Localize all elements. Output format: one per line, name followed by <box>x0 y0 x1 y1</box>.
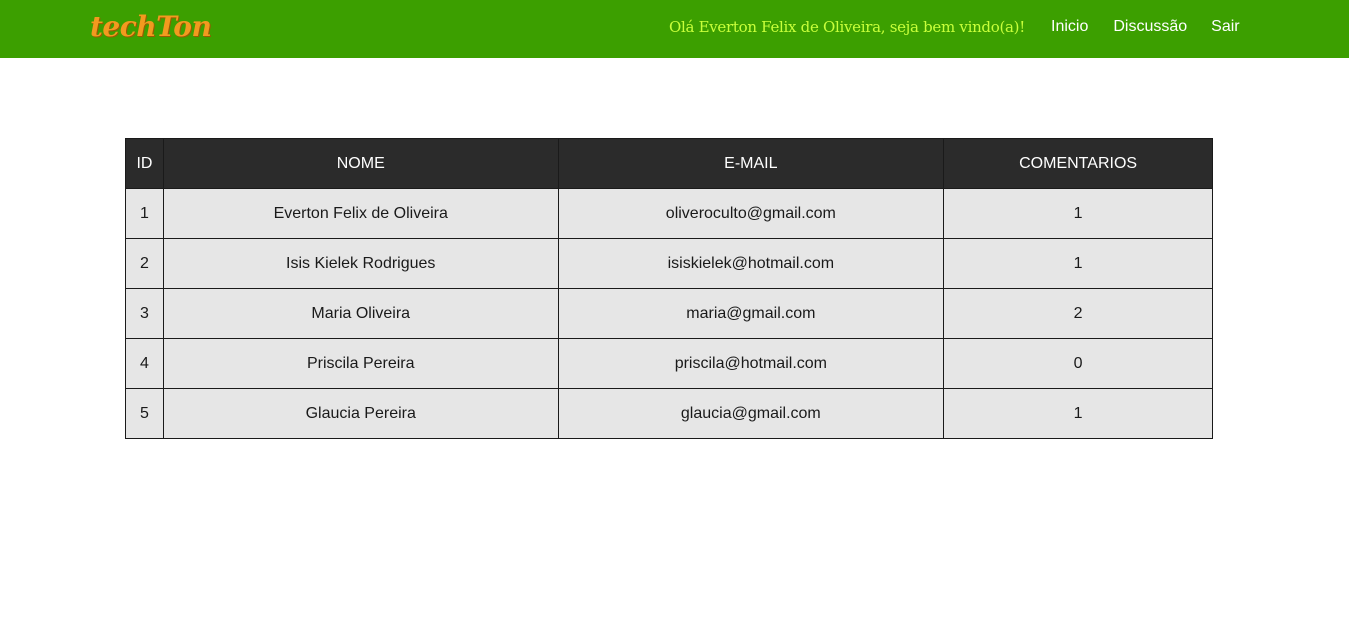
cell-nome: Glaucia Pereira <box>162 388 559 439</box>
cell-comentarios: 1 <box>943 388 1213 439</box>
cell-email: glaucia@gmail.com <box>557 388 945 439</box>
cell-comentarios: 2 <box>943 288 1213 339</box>
nav-link-sair[interactable]: Sair <box>1211 18 1239 36</box>
cell-comentarios: 1 <box>943 188 1213 239</box>
top-navbar: techTon Olá Everton Felix de Oliveira, s… <box>0 0 1349 58</box>
table-header-row: ID NOME E-MAIL COMENTARIOS <box>125 138 1213 189</box>
cell-email: maria@gmail.com <box>557 288 945 339</box>
cell-comentarios: 0 <box>943 338 1213 389</box>
cell-nome: Everton Felix de Oliveira <box>162 188 559 239</box>
users-table: ID NOME E-MAIL COMENTARIOS 1 Everton Fel… <box>125 138 1213 439</box>
cell-email: priscila@hotmail.com <box>557 338 945 389</box>
table-row: 3 Maria Oliveira maria@gmail.com 2 <box>125 288 1213 339</box>
nav-link-discussao[interactable]: Discussão <box>1113 18 1187 36</box>
cell-nome: Maria Oliveira <box>162 288 559 339</box>
logo[interactable]: techTon <box>90 10 212 43</box>
column-header-id: ID <box>125 138 164 189</box>
column-header-comentarios: COMENTARIOS <box>943 138 1213 189</box>
cell-comentarios: 1 <box>943 238 1213 289</box>
table-row: 4 Priscila Pereira priscila@hotmail.com … <box>125 338 1213 389</box>
cell-nome: Priscila Pereira <box>162 338 559 389</box>
cell-email: oliveroculto@gmail.com <box>557 188 945 239</box>
table-row: 5 Glaucia Pereira glaucia@gmail.com 1 <box>125 388 1213 439</box>
nav-link-inicio[interactable]: Inicio <box>1051 18 1088 36</box>
column-header-email: E-MAIL <box>557 138 945 189</box>
cell-id: 1 <box>125 188 164 239</box>
cell-email: isiskielek@hotmail.com <box>557 238 945 289</box>
cell-id: 2 <box>125 238 164 289</box>
welcome-message: Olá Everton Felix de Oliveira, seja bem … <box>669 18 1025 36</box>
column-header-nome: NOME <box>162 138 559 189</box>
cell-id: 5 <box>125 388 164 439</box>
nav-menu: Inicio Discussão Sair <box>1051 18 1240 36</box>
table-row: 1 Everton Felix de Oliveira oliveroculto… <box>125 188 1213 239</box>
cell-id: 4 <box>125 338 164 389</box>
cell-id: 3 <box>125 288 164 339</box>
table-row: 2 Isis Kielek Rodrigues isiskielek@hotma… <box>125 238 1213 289</box>
cell-nome: Isis Kielek Rodrigues <box>162 238 559 289</box>
